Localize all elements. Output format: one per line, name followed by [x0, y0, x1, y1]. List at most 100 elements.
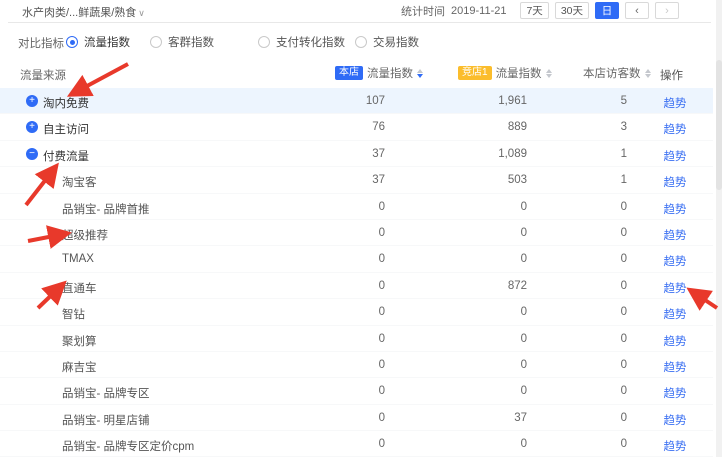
range-day-button[interactable]: 日: [595, 2, 619, 19]
trend-link[interactable]: 趋势: [655, 438, 695, 454]
range-7d-button[interactable]: 7天: [520, 2, 548, 19]
radio-traffic-index[interactable]: 流量指数: [66, 34, 130, 50]
radio-icon[interactable]: [355, 36, 367, 48]
radio-customer-index[interactable]: 客群指数: [150, 34, 214, 50]
table-row: 品销宝- 品牌专区 0 0 0 趋势: [0, 378, 713, 404]
competitor-index-value: 0: [420, 333, 527, 345]
shop-index-value: 0: [300, 201, 385, 213]
source-label: 淘内免费: [43, 95, 89, 111]
trend-link[interactable]: 趋势: [655, 227, 695, 243]
date-controls: 统计时间 2019-11-21 7天 30天 日 ‹ ›: [401, 2, 679, 19]
shop-index-value: 0: [300, 359, 385, 371]
visitors-value: 5: [540, 95, 627, 107]
trend-link[interactable]: 趋势: [655, 95, 695, 111]
source-label: 麻吉宝: [62, 359, 97, 375]
shop-metric-label: 流量指数: [367, 65, 413, 81]
table-header: 流量来源 本店 流量指数 竞店1 流量指数 本店访客数 操作: [0, 60, 713, 88]
shop-badge: 本店: [335, 66, 363, 80]
topbar-divider: [8, 22, 711, 23]
shop-index-column-header[interactable]: 本店 流量指数: [335, 65, 423, 81]
expand-plus-icon[interactable]: +: [26, 95, 38, 107]
radio-icon[interactable]: [150, 36, 162, 48]
action-column-header: 操作: [660, 67, 683, 83]
table-row: − 付费流量 37 1,089 1 趋势: [0, 141, 713, 167]
competitor-badge: 竞店1: [458, 66, 492, 80]
shop-index-value: 0: [300, 412, 385, 424]
trend-link[interactable]: 趋势: [655, 148, 695, 164]
visitors-value: 0: [540, 253, 627, 265]
compare-metric-row: 对比指标 流量指数 客群指数 支付转化指数 交易指数: [0, 32, 723, 52]
stat-time-label: 统计时间: [401, 3, 445, 19]
table-row: 品销宝- 明星店铺 0 37 0 趋势: [0, 405, 713, 431]
visitors-value: 0: [540, 227, 627, 239]
trend-link[interactable]: 趋势: [655, 385, 695, 401]
source-label: 直通车: [62, 280, 97, 296]
visitors-value: 0: [540, 280, 627, 292]
competitor-index-value: 1,089: [420, 148, 527, 160]
sort-icon[interactable]: [546, 69, 552, 78]
trend-link[interactable]: 趋势: [655, 306, 695, 322]
trend-link[interactable]: 趋势: [655, 253, 695, 269]
visitors-label: 本店访客数: [583, 65, 641, 81]
table-row: 淘宝客 37 503 1 趋势: [0, 167, 713, 193]
visitors-column-header[interactable]: 本店访客数: [583, 65, 651, 81]
expand-plus-icon[interactable]: +: [26, 121, 38, 133]
competitor-metric-label: 流量指数: [496, 65, 542, 81]
shop-index-value: 0: [300, 385, 385, 397]
trend-link[interactable]: 趋势: [655, 121, 695, 137]
radio-label[interactable]: 支付转化指数: [276, 34, 345, 50]
table-row: TMAX 0 0 0 趋势: [0, 246, 713, 272]
prev-day-button[interactable]: ‹: [625, 2, 649, 19]
radio-payment-conversion-index[interactable]: 支付转化指数: [258, 34, 345, 50]
trend-link[interactable]: 趋势: [655, 359, 695, 375]
radio-trade-index[interactable]: 交易指数: [355, 34, 419, 50]
stat-date-value: 2019-11-21: [451, 5, 506, 17]
sort-icon[interactable]: [417, 69, 423, 78]
range-30d-button[interactable]: 30天: [555, 2, 589, 19]
shop-index-value: 37: [300, 174, 385, 186]
page: 水产肉类/...鲜蔬果/熟食∨ 统计时间 2019-11-21 7天 30天 日…: [0, 0, 723, 457]
competitor-index-value: 0: [420, 227, 527, 239]
shop-index-value: 0: [300, 253, 385, 265]
table-row: 品销宝- 品牌专区定价cpm 0 0 0 趋势: [0, 431, 713, 457]
radio-icon[interactable]: [258, 36, 270, 48]
visitors-value: 3: [540, 121, 627, 133]
competitor-index-column-header[interactable]: 竞店1 流量指数: [458, 65, 552, 81]
shop-index-value: 76: [300, 121, 385, 133]
competitor-index-value: 503: [420, 174, 527, 186]
source-column-header: 流量来源: [20, 67, 66, 83]
competitor-index-value: 889: [420, 121, 527, 133]
table-row: 品销宝- 品牌首推 0 0 0 趋势: [0, 194, 713, 220]
competitor-index-value: 0: [420, 438, 527, 450]
shop-index-value: 0: [300, 333, 385, 345]
shop-index-value: 37: [300, 148, 385, 160]
trend-link[interactable]: 趋势: [655, 412, 695, 428]
trend-link[interactable]: 趋势: [655, 280, 695, 296]
radio-label[interactable]: 客群指数: [168, 34, 214, 50]
table-row: 超级推荐 0 0 0 趋势: [0, 220, 713, 246]
competitor-index-value: 0: [420, 385, 527, 397]
competitor-index-value: 0: [420, 306, 527, 318]
radio-selected-icon[interactable]: [66, 36, 78, 48]
visitors-value: 1: [540, 174, 627, 186]
next-day-button[interactable]: ›: [655, 2, 679, 19]
chevron-down-icon: ∨: [138, 8, 145, 18]
trend-link[interactable]: 趋势: [655, 333, 695, 349]
competitor-index-value: 0: [420, 201, 527, 213]
visitors-value: 0: [540, 333, 627, 345]
visitors-value: 0: [540, 201, 627, 213]
sort-icon[interactable]: [645, 69, 651, 78]
source-label: 品销宝- 明星店铺: [62, 412, 150, 428]
trend-link[interactable]: 趋势: [655, 174, 695, 190]
radio-label[interactable]: 流量指数: [84, 34, 130, 50]
category-breadcrumb[interactable]: 水产肉类/...鲜蔬果/熟食∨: [22, 4, 145, 20]
shop-index-value: 107: [300, 95, 385, 107]
collapse-minus-icon[interactable]: −: [26, 148, 38, 160]
source-label: 品销宝- 品牌专区定价cpm: [62, 438, 194, 454]
compare-metric-label: 对比指标: [18, 35, 64, 51]
radio-label[interactable]: 交易指数: [373, 34, 419, 50]
source-label: 智钻: [62, 306, 85, 322]
source-label: 聚划算: [62, 333, 97, 349]
scrollbar-thumb[interactable]: [716, 60, 722, 190]
trend-link[interactable]: 趋势: [655, 201, 695, 217]
